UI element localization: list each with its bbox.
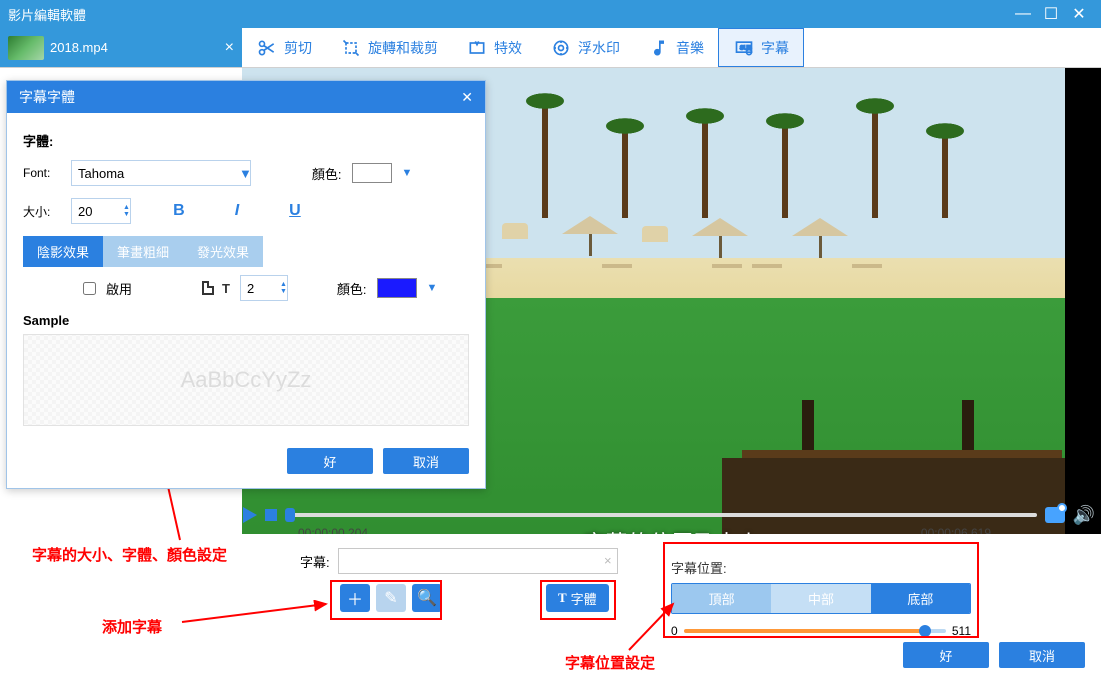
position-middle-button[interactable]: 中部 (771, 584, 870, 613)
svg-text:SUB: SUB (740, 45, 752, 51)
flip-icon (202, 281, 214, 295)
effects-icon (466, 37, 488, 59)
font-settings-button[interactable]: T 字體 (546, 584, 609, 612)
slider-value: 511 (952, 624, 971, 638)
dialog-title: 字幕字體 (19, 87, 75, 107)
file-name: 2018.mp4 (50, 40, 108, 55)
subtitle-input[interactable] (338, 548, 618, 574)
stop-button[interactable] (265, 509, 277, 521)
tool-music[interactable]: 音樂 (634, 28, 718, 67)
tab-stroke[interactable]: 筆畫粗細 (103, 236, 183, 267)
bold-button[interactable]: B (170, 202, 188, 220)
underline-button[interactable]: U (286, 202, 304, 220)
close-file-icon[interactable]: × (225, 39, 234, 57)
italic-button[interactable]: I (228, 202, 246, 220)
font-dialog: 字幕字體 ✕ 字體: Font: ▼ 顏色: ▼ 大小: ▲▼ B I U 陰影… (6, 80, 486, 489)
watermark-icon (550, 37, 572, 59)
clear-input-icon[interactable]: × (604, 553, 612, 568)
edit-subtitle-button[interactable]: ✎ (376, 584, 406, 612)
minimize-button[interactable]: — (1009, 5, 1037, 23)
dialog-cancel-button[interactable]: 取消 (383, 448, 469, 474)
tool-rotate-crop[interactable]: 旋轉和裁剪 (326, 28, 452, 67)
file-tab[interactable]: 2018.mp4 × (0, 28, 242, 67)
window-title: 影片編輯軟體 (8, 5, 1009, 24)
playback-bar: 🔊 (243, 502, 1095, 528)
enable-label: 啟用 (106, 279, 132, 298)
maximize-button[interactable]: ☐ (1037, 4, 1065, 24)
scissors-icon (256, 37, 278, 59)
dialog-ok-button[interactable]: 好 (287, 448, 373, 474)
position-slider[interactable] (684, 629, 946, 633)
tab-glow[interactable]: 發光效果 (183, 236, 263, 267)
chevron-down-icon[interactable]: ▼ (402, 167, 413, 179)
font-select[interactable] (71, 160, 251, 186)
add-subtitle-button[interactable]: ＋ (340, 584, 370, 612)
section-font-label: 字體: (23, 131, 469, 150)
subtitle-position-box: 字幕位置: 頂部 中部 底部 0 511 (671, 558, 971, 638)
position-label: 字幕位置: (671, 558, 971, 577)
font-color-swatch[interactable] (352, 163, 392, 183)
size-down[interactable]: ▼ (123, 211, 130, 218)
text-icon: T (558, 590, 567, 606)
snapshot-button[interactable] (1045, 507, 1065, 523)
stroke-up[interactable]: ▲ (280, 281, 287, 288)
search-subtitle-button[interactable]: 🔍 (412, 584, 442, 612)
ok-button[interactable]: 好 (903, 642, 989, 668)
tool-subtitle[interactable]: SUB 字幕 (718, 28, 804, 67)
subtitle-icon: SUB (733, 37, 755, 59)
subtitle-panel: 字幕: × ＋ ✎ 🔍 T 字體 字幕位置: 頂部 中部 底部 0 511 好 … (0, 534, 1101, 678)
size-label: 大小: (23, 203, 61, 220)
slider-min: 0 (671, 624, 678, 638)
sample-preview: AaBbCcYyZz (23, 334, 469, 426)
position-segmented: 頂部 中部 底部 (671, 583, 971, 614)
shadow-color-label: 顏色: (337, 279, 367, 298)
position-bottom-button[interactable]: 底部 (871, 584, 970, 613)
seek-track[interactable] (285, 513, 1037, 517)
crop-rotate-icon (340, 37, 362, 59)
volume-icon[interactable]: 🔊 (1073, 505, 1095, 526)
tab-row: 2018.mp4 × 剪切 旋轉和裁剪 特效 浮水印 音樂 SUB 字幕 (0, 28, 1101, 68)
tab-shadow[interactable]: 陰影效果 (23, 236, 103, 267)
music-icon (648, 37, 670, 59)
tool-cut[interactable]: 剪切 (242, 28, 326, 67)
tool-watermark[interactable]: 浮水印 (536, 28, 634, 67)
play-button[interactable] (243, 507, 257, 523)
tool-effect[interactable]: 特效 (452, 28, 536, 67)
shadow-color-swatch[interactable] (377, 278, 417, 298)
dialog-titlebar: 字幕字體 ✕ (7, 81, 485, 113)
cancel-button[interactable]: 取消 (999, 642, 1085, 668)
sample-label: Sample (23, 313, 469, 328)
enable-checkbox[interactable] (83, 282, 96, 295)
size-input[interactable] (71, 198, 131, 224)
chevron-down-icon[interactable]: ▼ (427, 282, 438, 294)
subtitle-input-label: 字幕: (300, 552, 330, 571)
position-top-button[interactable]: 頂部 (672, 584, 771, 613)
dialog-close-icon[interactable]: ✕ (461, 89, 473, 106)
stroke-down[interactable]: ▼ (280, 288, 287, 295)
window-titlebar: 影片編輯軟體 — ☐ ✕ (0, 0, 1101, 28)
close-button[interactable]: ✕ (1065, 4, 1093, 24)
toolbar: 剪切 旋轉和裁剪 特效 浮水印 音樂 SUB 字幕 (242, 28, 1101, 67)
font-color-label: 顏色: (312, 164, 342, 183)
font-label: Font: (23, 166, 61, 180)
size-up[interactable]: ▲ (123, 204, 130, 211)
file-thumbnail (8, 36, 44, 60)
